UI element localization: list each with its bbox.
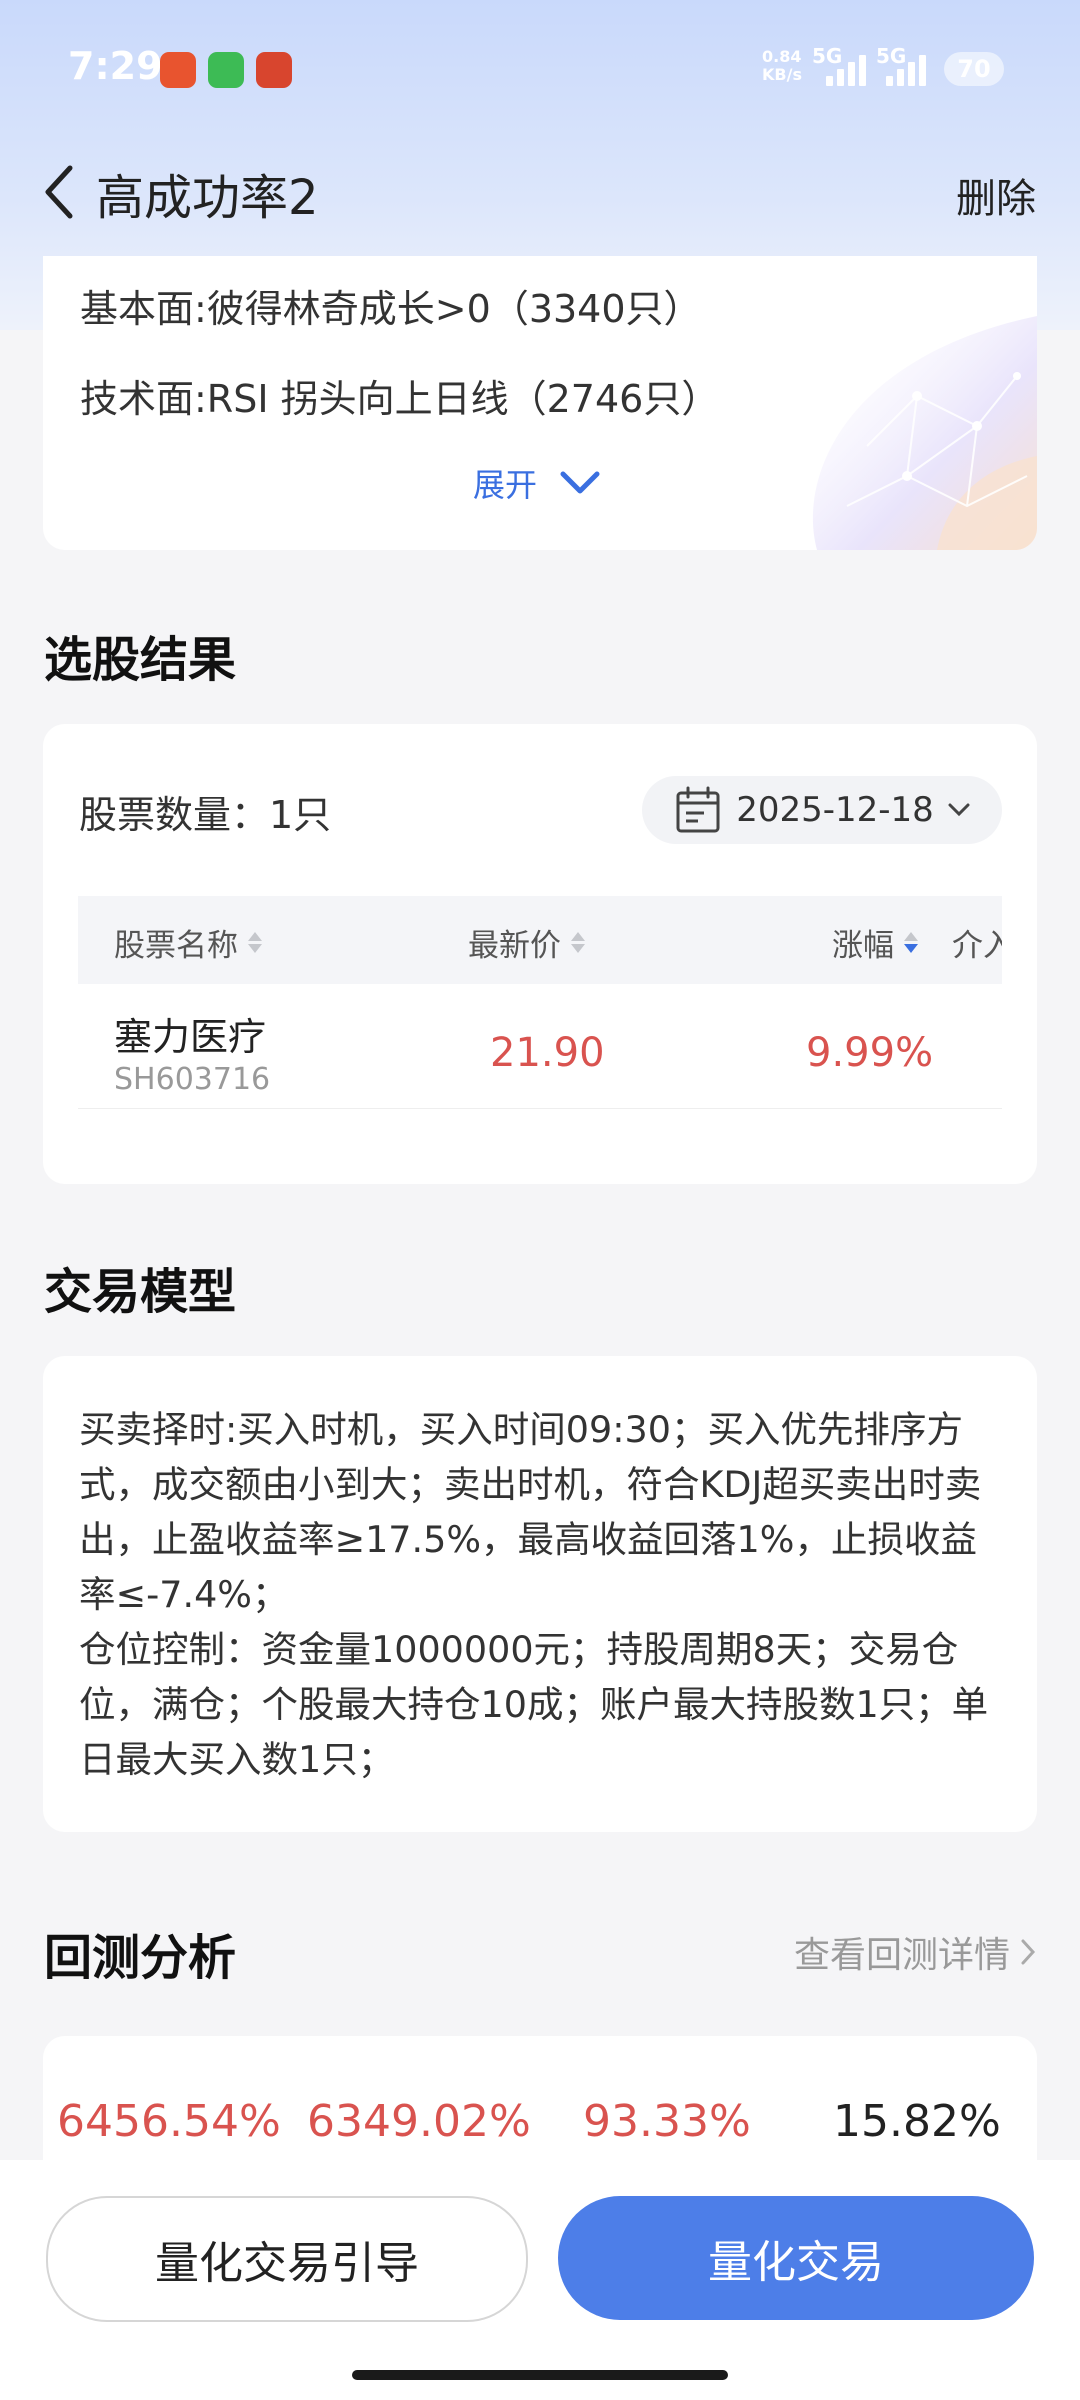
status-bar: 7:29 0.84 KB/s 5G 5G 70 [0, 0, 1080, 140]
results-card: 股票数量：1只 2025-12-18 股票名称 最新价 涨幅 介入 塞力医疗 S… [43, 724, 1037, 1184]
chevron-down-icon [560, 471, 600, 494]
calendar-icon [676, 786, 720, 833]
quant-guide-button[interactable]: 量化交易引导 [46, 2196, 528, 2322]
expand-button[interactable]: 展开 [473, 460, 601, 506]
chevron-right-icon [1021, 1939, 1036, 1965]
sort-icon [571, 932, 585, 953]
delete-button[interactable]: 删除 [956, 166, 1036, 224]
backtest-value-1: 6456.54% [57, 2096, 281, 2147]
position-rules: 仓位控制：资金量1000000元；持股周期8天；交易仓位，满仓；个股最大持仓10… [79, 1628, 989, 1781]
model-section-title: 交易模型 [44, 1264, 237, 1320]
sort-icon [248, 932, 262, 953]
quant-trade-button[interactable]: 量化交易 [558, 2196, 1034, 2320]
decorative-network-graphic [812, 316, 1037, 550]
backtest-detail-link[interactable]: 查看回测详情 [794, 1926, 1036, 1978]
model-card: 买卖择时:买入时机，买入时间09:30；买入优先排序方式，成交额由小到大；卖出时… [43, 1356, 1037, 1832]
battery-icon: 70 [944, 52, 1004, 86]
page-title: 高成功率2 [96, 170, 319, 226]
model-description: 买卖择时:买入时机，买入时间09:30；买入优先排序方式，成交额由小到大；卖出时… [79, 1402, 1003, 1787]
table-header: 股票名称 最新价 涨幅 介入 [78, 896, 1002, 984]
back-arrow-icon[interactable] [40, 162, 80, 222]
stock-code: SH603716 [114, 1062, 271, 1097]
stock-price: 21.90 [490, 1030, 605, 1076]
backtest-section-title: 回测分析 [44, 1930, 237, 1986]
column-header-price[interactable]: 最新价 [468, 920, 585, 965]
column-header-change[interactable]: 涨幅 [832, 920, 918, 965]
selected-date: 2025-12-18 [736, 790, 934, 830]
results-section-title: 选股结果 [44, 632, 237, 688]
wechat-icon [208, 52, 244, 88]
signal-icon [826, 50, 866, 86]
backtest-value-2: 6349.02% [307, 2096, 531, 2147]
backtest-value-3: 93.33% [583, 2096, 751, 2147]
column-header-entry[interactable]: 介入 [952, 920, 1002, 964]
condition-technical: 技术面:RSI 拐头向上日线（2746只） [80, 377, 720, 421]
status-time: 7:29 [68, 44, 163, 88]
table-row[interactable]: 塞力医疗 SH603716 21.90 9.99% [78, 984, 1002, 1109]
sort-desc-icon [904, 932, 918, 953]
expand-label: 展开 [473, 466, 538, 504]
app-notification-icon [160, 52, 196, 88]
chevron-down-icon [948, 803, 970, 817]
stock-count: 股票数量：1只 [79, 793, 332, 837]
backtest-value-4: 15.82% [833, 2096, 1001, 2147]
conditions-card: 基本面:彼得林奇成长>0（3340只） 技术面:RSI 拐头向上日线（2746只… [43, 256, 1037, 550]
app-notification-icon-2 [256, 52, 292, 88]
date-selector[interactable]: 2025-12-18 [642, 776, 1002, 844]
detail-link-label: 查看回测详情 [793, 1935, 1010, 1976]
bottom-action-bar: 量化交易引导 量化交易 [0, 2160, 1080, 2400]
home-indicator[interactable] [352, 2370, 728, 2380]
network-speed: 0.84 KB/s [762, 47, 802, 84]
stock-change: 9.99% [806, 1030, 934, 1076]
signal-icon-2 [886, 50, 926, 86]
column-header-name[interactable]: 股票名称 [114, 920, 262, 965]
condition-fundamental: 基本面:彼得林奇成长>0（3340只） [80, 287, 702, 331]
stock-name: 塞力医疗 [114, 1015, 267, 1059]
timing-rules: 买卖择时:买入时机，买入时间09:30；买入优先排序方式，成交额由小到大；卖出时… [79, 1408, 982, 1616]
column-header-entry-clip: 介入 [952, 920, 1002, 964]
